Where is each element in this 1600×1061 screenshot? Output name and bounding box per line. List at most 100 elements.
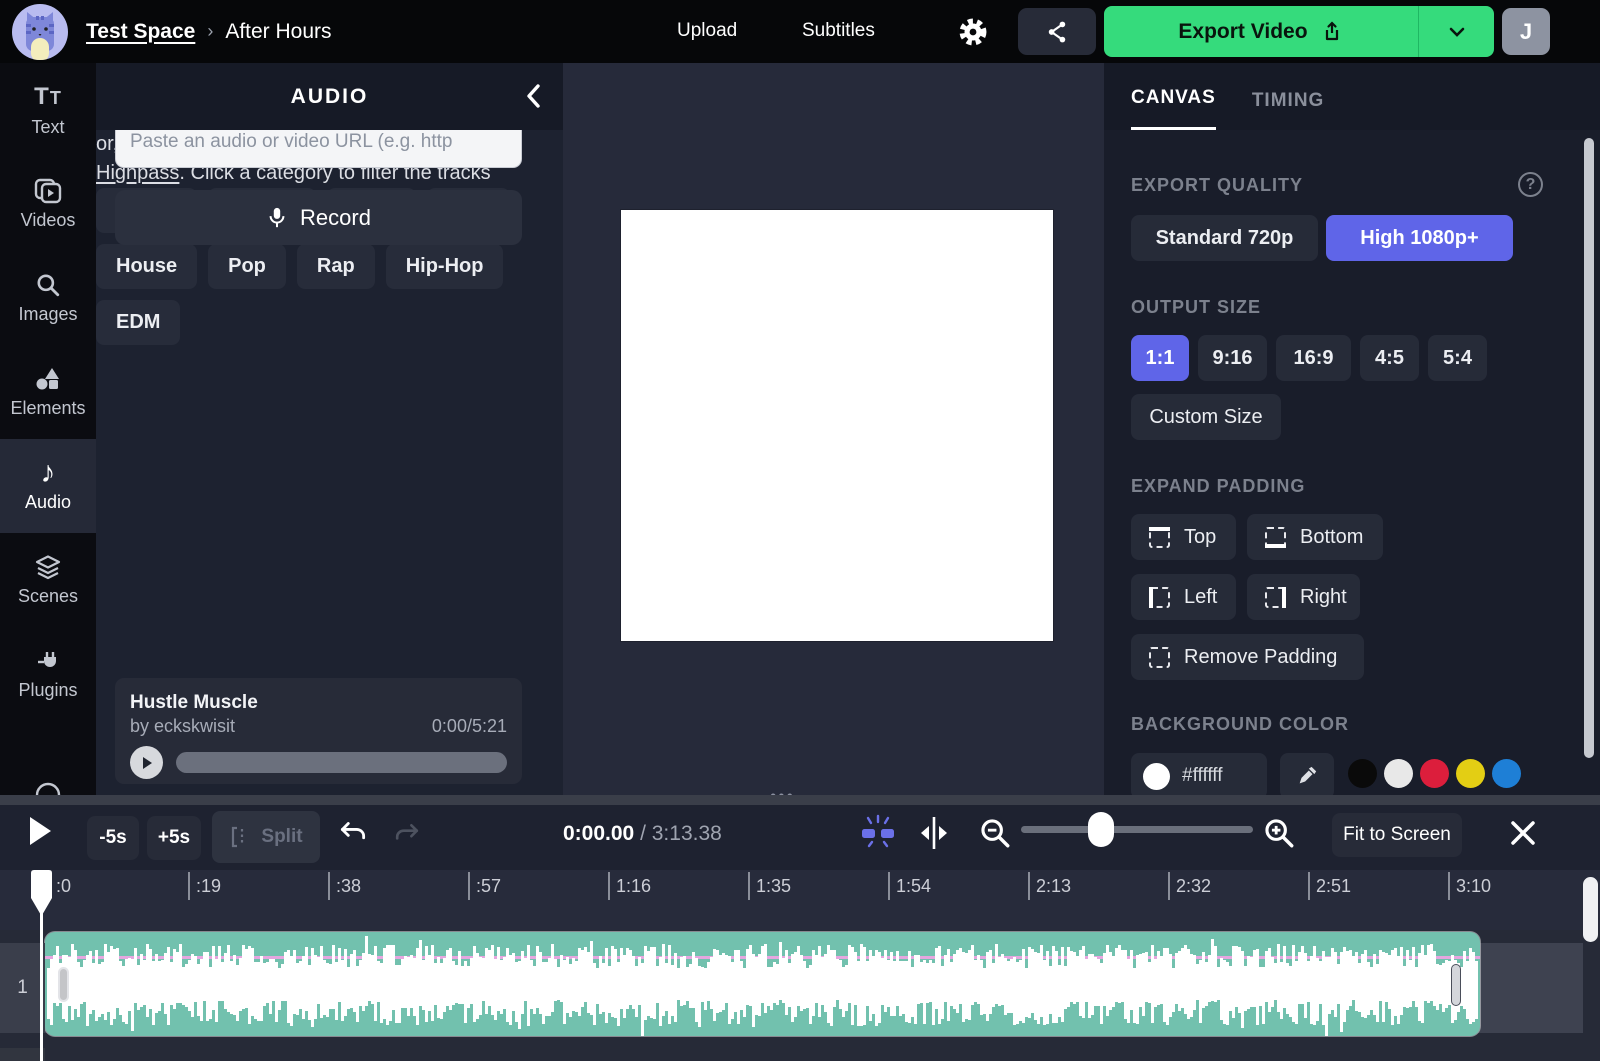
color-swatch[interactable] xyxy=(1348,759,1377,788)
sidebar-item-text[interactable]: TT Text xyxy=(0,63,96,157)
plug-icon xyxy=(38,651,56,667)
audio-clip[interactable] xyxy=(45,932,1480,1036)
zoom-in-icon[interactable] xyxy=(1262,816,1296,850)
color-swatches xyxy=(1348,759,1521,788)
remove-padding-button[interactable]: Remove Padding xyxy=(1131,634,1364,680)
snap-toggle-icon[interactable] xyxy=(856,812,900,852)
pad-right-button[interactable]: Right xyxy=(1247,574,1360,620)
pad-right-icon xyxy=(1265,586,1286,608)
ruler-tick-label: 2:51 xyxy=(1316,876,1352,896)
aspect-1-1-button[interactable]: 1:1 xyxy=(1131,335,1189,381)
zoom-out-icon[interactable] xyxy=(978,816,1012,850)
sidebar-item-plugins[interactable]: Plugins xyxy=(0,627,96,721)
audio-panel-header: AUDIO xyxy=(96,63,563,130)
video-canvas[interactable] xyxy=(621,210,1053,641)
category-chip[interactable]: Rap xyxy=(296,244,375,289)
timeline-scrollbar-thumb[interactable] xyxy=(1583,877,1598,942)
videos-icon xyxy=(34,178,62,203)
timeline-zoom-slider-thumb[interactable] xyxy=(1088,812,1114,847)
pad-bottom-button[interactable]: Bottom xyxy=(1247,514,1383,560)
microphone-icon xyxy=(269,207,285,227)
time-display: 0:00.00 / 3:13.38 xyxy=(563,822,722,845)
eyedropper-icon xyxy=(1299,766,1317,784)
sidebar-item-scenes[interactable]: Scenes xyxy=(0,533,96,627)
expand-clip-icon[interactable] xyxy=(917,815,951,851)
music-track-card[interactable]: Hustle Muscle by eckskwisit 0:00/5:21 xyxy=(115,678,522,784)
ruler-tick-label: 1:16 xyxy=(616,876,652,896)
timeline-zoom-slider[interactable] xyxy=(1021,826,1253,833)
category-chip[interactable]: Hip-Hop xyxy=(385,244,504,289)
audio-panel-title: AUDIO xyxy=(290,84,369,108)
undo-icon[interactable] xyxy=(338,820,368,846)
color-swatch[interactable] xyxy=(1420,759,1449,788)
remove-padding-icon xyxy=(1149,646,1170,668)
inspector-scrollbar-thumb[interactable] xyxy=(1584,138,1594,758)
split-button[interactable]: Split xyxy=(212,811,320,863)
track-progress-bar[interactable] xyxy=(176,752,507,773)
export-options-dropdown[interactable] xyxy=(1418,6,1494,57)
video-editor-app: Test Space › After Hours Upload Subtitle… xyxy=(0,0,1600,1061)
sidebar-item-audio[interactable]: ♪ Audio xyxy=(0,439,96,533)
pad-left-button[interactable]: Left xyxy=(1131,574,1236,620)
ruler-tick-label: 2:32 xyxy=(1176,876,1212,896)
playhead-handle[interactable] xyxy=(31,870,52,920)
color-swatch[interactable] xyxy=(1492,759,1521,788)
settings-gear-icon[interactable] xyxy=(956,15,992,49)
track-time: 0:00/5:21 xyxy=(431,716,507,736)
music-note-icon: ♪ xyxy=(40,455,56,489)
custom-size-button[interactable]: Custom Size xyxy=(1131,394,1281,440)
timeline-ruler[interactable]: :0:19:38:57 1:16 1:35 1:54 2:13 2:32 2:51 3:10 xyxy=(0,870,1600,930)
forward-5s-button[interactable]: +5s xyxy=(147,816,201,860)
category-chip[interactable]: EDM xyxy=(96,300,181,345)
inspector-tabs: CANVAS TIMING xyxy=(1104,63,1600,130)
tab-canvas[interactable]: CANVAS xyxy=(1131,87,1216,130)
tools-sidebar: TT Text Videos Images Elements ♪ Audio S… xyxy=(0,63,96,795)
color-swatch[interactable] xyxy=(1384,759,1413,788)
audio-panel: AUDIO Paste an audio or video URL (e.g. … xyxy=(96,63,651,795)
help-icon-partial[interactable] xyxy=(34,781,62,795)
aspect-9-16-button[interactable]: 9:16 xyxy=(1198,335,1267,381)
clip-trim-handle-left[interactable] xyxy=(58,967,69,1002)
kapwing-logo-icon[interactable] xyxy=(12,4,68,60)
pad-bottom-icon xyxy=(1265,526,1286,548)
help-icon[interactable]: ? xyxy=(1518,172,1543,197)
tab-timing[interactable]: TIMING xyxy=(1252,90,1325,130)
quality-standard-720p-button[interactable]: Standard 720p xyxy=(1131,215,1318,261)
eyedropper-button[interactable] xyxy=(1280,753,1334,799)
audio-url-input[interactable]: Paste an audio or video URL (e.g. http xyxy=(115,130,522,168)
shapes-icon xyxy=(36,367,59,389)
export-quality-section: EXPORT QUALITY ? xyxy=(1131,172,1573,197)
aspect-4-5-button[interactable]: 4:5 xyxy=(1360,335,1419,381)
collapse-panel-icon[interactable] xyxy=(525,83,541,109)
category-chip[interactable]: Pop xyxy=(208,244,286,289)
chevron-down-icon xyxy=(1449,27,1464,37)
breadcrumb: Test Space › After Hours xyxy=(86,0,332,63)
close-timeline-icon[interactable] xyxy=(1508,818,1538,848)
aspect-16-9-button[interactable]: 16:9 xyxy=(1276,335,1351,381)
fit-to-screen-button[interactable]: Fit to Screen xyxy=(1332,813,1462,857)
background-color-label: BACKGROUND COLOR xyxy=(1131,714,1349,734)
export-video-button[interactable]: Export Video xyxy=(1104,6,1418,57)
track-play-button[interactable] xyxy=(130,746,163,779)
ruler-tick-label: 1:35 xyxy=(756,876,792,896)
subtitles-button[interactable]: Subtitles xyxy=(802,20,875,42)
color-swatch[interactable] xyxy=(1456,759,1485,788)
upload-button[interactable]: Upload xyxy=(677,20,737,42)
sidebar-item-elements[interactable]: Elements xyxy=(0,345,96,439)
sidebar-item-images[interactable]: Images xyxy=(0,251,96,345)
aspect-5-4-button[interactable]: 5:4 xyxy=(1428,335,1487,381)
record-button[interactable]: Record xyxy=(115,190,522,245)
ruler-tick-label: 1:54 xyxy=(896,876,932,896)
sidebar-item-videos[interactable]: Videos xyxy=(0,157,96,251)
user-avatar[interactable]: J xyxy=(1502,8,1550,55)
pad-top-button[interactable]: Top xyxy=(1131,514,1236,560)
play-button[interactable] xyxy=(28,816,52,846)
redo-icon[interactable] xyxy=(393,822,421,846)
clip-trim-handle-right[interactable] xyxy=(1452,965,1460,1005)
quality-high-1080p-button[interactable]: High 1080p+ xyxy=(1326,215,1513,261)
breadcrumb-workspace[interactable]: Test Space xyxy=(86,20,195,44)
background-hex-button[interactable]: #ffffff xyxy=(1131,753,1267,799)
share-button[interactable] xyxy=(1018,8,1096,55)
back-5s-button[interactable]: -5s xyxy=(87,816,139,860)
category-chip[interactable]: House xyxy=(96,244,198,289)
